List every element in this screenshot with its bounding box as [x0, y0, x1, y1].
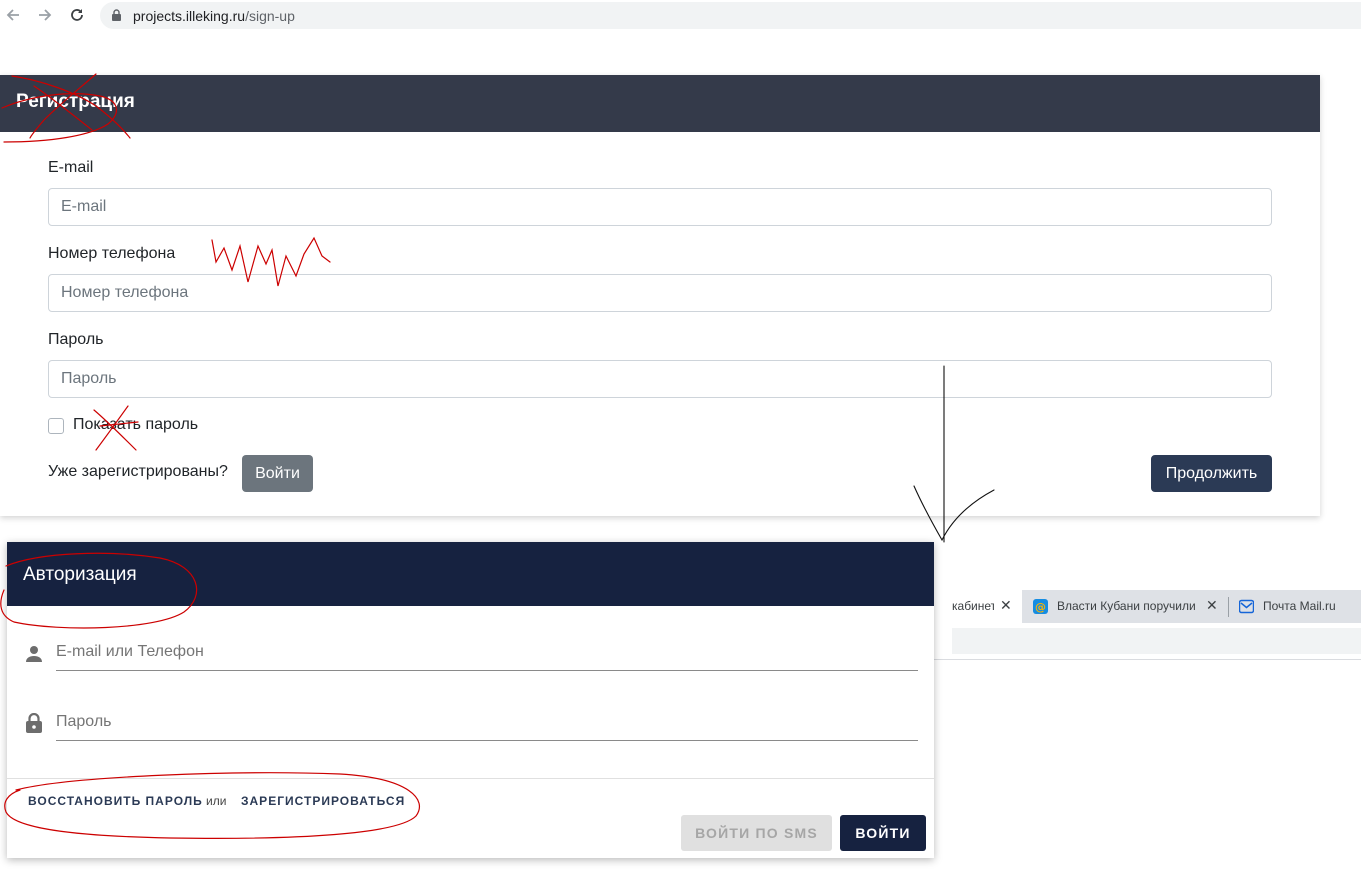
login-placeholder: E-mail или Телефон [56, 643, 204, 660]
login-input[interactable]: E-mail или Телефон [56, 640, 918, 671]
password-field[interactable]: Пароль [48, 360, 1272, 398]
authorization-card: Авторизация E-mail или Телефон Пароль ВО… [7, 542, 934, 858]
phone-field[interactable]: Номер телефона [48, 274, 1272, 312]
phone-label: Номер телефона [48, 245, 176, 262]
tab-label: Власти Кубани поручили [1057, 599, 1196, 613]
register-link[interactable]: ЗАРЕГИСТРИРОВАТЬСЯ [241, 794, 405, 808]
auth-password-placeholder: Пароль [56, 713, 112, 730]
tab-label: Почта Mail.ru [1263, 599, 1336, 613]
authorization-title: Авторизация [23, 564, 137, 585]
login-button[interactable]: Войти [242, 455, 313, 492]
lock-icon [26, 713, 42, 733]
email-label: E-mail [48, 159, 94, 176]
email-placeholder: E-mail [61, 198, 107, 215]
user-icon [26, 646, 42, 662]
registration-card: Регистрация E-mail E-mail Номер телефона… [0, 75, 1320, 516]
reload-icon[interactable] [65, 3, 89, 27]
back-arrow-icon[interactable] [1, 3, 25, 27]
actions-divider [7, 778, 934, 779]
address-bar[interactable]: projects.illeking.ru/sign-up [100, 2, 1361, 29]
tab-kuban-news[interactable]: @ Власти Кубани поручили ✕ [1023, 590, 1223, 623]
authorization-header: Авторизация [7, 542, 934, 606]
toolbar-divider [934, 659, 1361, 660]
restore-password-link[interactable]: ВОССТАНОВИТЬ ПАРОЛЬ [28, 794, 203, 808]
continue-button[interactable]: Продолжить [1151, 455, 1272, 492]
auth-password-input[interactable]: Пароль [56, 710, 918, 741]
browser-toolbar: projects.illeking.ru/sign-up [0, 0, 1361, 30]
tab-separator [1228, 597, 1229, 617]
lock-icon [112, 9, 121, 21]
show-password-label[interactable]: Показать пароль [73, 416, 198, 434]
phone-placeholder: Номер телефона [61, 284, 189, 301]
auth-login-button[interactable]: ВОЙТИ [840, 815, 926, 851]
background-tab-strip: кабинет ✕ @ Власти Кубани поручили ✕ Поч… [934, 590, 1361, 623]
password-placeholder: Пароль [61, 370, 117, 387]
mail-at-icon: @ [1033, 599, 1048, 614]
email-field[interactable]: E-mail [48, 188, 1272, 226]
tab-mail-ru[interactable]: Почта Mail.ru [1230, 590, 1361, 623]
sms-login-button[interactable]: ВОЙТИ ПО SMS [681, 815, 832, 851]
url-text: projects.illeking.ru/sign-up [133, 8, 295, 24]
tab-cabinet[interactable]: кабинет ✕ [934, 590, 1022, 623]
already-registered-text: Уже зарегистрированы? [48, 463, 228, 480]
background-address-bar [934, 623, 1361, 659]
mail-envelope-icon [1239, 599, 1254, 614]
or-text: или [206, 794, 227, 808]
forward-arrow-icon[interactable] [33, 3, 57, 27]
close-icon[interactable]: ✕ [1000, 597, 1012, 614]
password-label: Пароль [48, 331, 104, 348]
tab-label: кабинет [952, 599, 994, 613]
show-password-checkbox[interactable] [48, 418, 64, 434]
registration-header: Регистрация [0, 75, 1320, 132]
registration-title: Регистрация [16, 91, 135, 112]
svg-text:@: @ [1035, 601, 1046, 614]
close-icon[interactable]: ✕ [1206, 597, 1218, 614]
